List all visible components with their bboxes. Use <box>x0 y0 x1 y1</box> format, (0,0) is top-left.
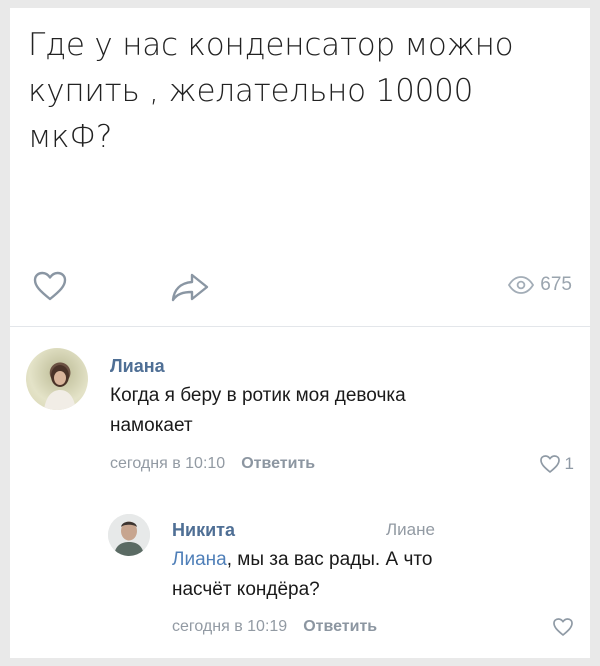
comment-author[interactable]: Никита <box>172 520 235 541</box>
comment-like-button[interactable] <box>552 617 574 637</box>
post-text-line: мкФ? <box>28 119 113 155</box>
mention-link[interactable]: Лиана <box>172 549 227 570</box>
reply-to-label[interactable]: Лиане <box>386 520 435 540</box>
reply-button[interactable]: Ответить <box>241 455 315 472</box>
heart-icon <box>553 618 573 636</box>
reply-button[interactable]: Ответить <box>303 618 377 635</box>
eye-icon <box>508 276 535 294</box>
comment-text: Когда я беру в ротик моя девочка намокае… <box>110 381 406 441</box>
post-text-line: Где у нас конденсатор можно <box>28 27 514 63</box>
views-count: 675 <box>540 274 572 295</box>
comment-timestamp[interactable]: сегодня в 10:19 <box>172 618 287 635</box>
comment-text: Лиана, мы за вас рады. А что насчёт конд… <box>172 545 432 605</box>
divider <box>10 326 590 327</box>
avatar-photo <box>44 365 76 410</box>
post-text-line: купить , желательно 10000 <box>28 73 474 109</box>
heart-icon <box>539 455 560 473</box>
views-counter: 675 <box>508 274 572 296</box>
comment-author[interactable]: Лиана <box>110 356 165 377</box>
comment-text-line: намокает <box>110 415 193 436</box>
comment-text-line: Когда я беру в ротик моя девочка <box>110 385 406 406</box>
share-icon[interactable] <box>170 272 210 302</box>
comment-text-rest: , мы за вас рады. А что <box>226 549 433 570</box>
comment-meta: сегодня в 10:10 Ответить <box>110 455 315 473</box>
comment-like-count: 1 <box>564 454 574 473</box>
heart-icon[interactable] <box>32 270 68 302</box>
post-text: Где у нас конденсатор можно купить , жел… <box>28 22 568 160</box>
avatar[interactable] <box>26 348 88 410</box>
avatar[interactable] <box>108 514 150 556</box>
comment-text-line: насчёт кондёра? <box>172 579 320 600</box>
avatar-photo <box>108 514 150 556</box>
comment-meta: сегодня в 10:19 Ответить <box>172 618 377 636</box>
comment-like-button[interactable]: 1 <box>539 454 574 474</box>
comment-timestamp[interactable]: сегодня в 10:10 <box>110 455 225 472</box>
post-card: Где у нас конденсатор можно купить , жел… <box>10 8 590 658</box>
post-actions: 675 <box>10 270 590 310</box>
